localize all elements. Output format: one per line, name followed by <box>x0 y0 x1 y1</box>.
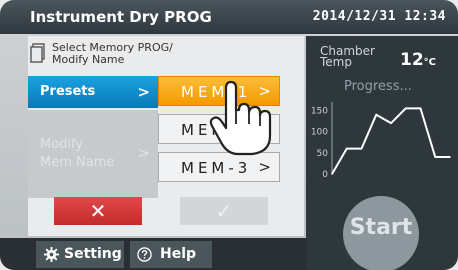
progress-chart: 150 100 50 0 <box>311 102 451 180</box>
progress-point <box>434 156 437 158</box>
y-tick-label: 150 <box>311 106 328 116</box>
memory-card-icon <box>30 43 45 63</box>
progress-point <box>404 107 407 110</box>
start-button[interactable]: Start <box>343 196 419 270</box>
setting-button[interactable]: Setting <box>36 241 124 268</box>
chevron-right-icon: > <box>137 83 150 101</box>
tab-modify-label: Modify Mem Name <box>40 137 115 170</box>
help-label: Help <box>160 246 197 262</box>
chevron-right-icon: > <box>137 144 150 162</box>
instruction: Select Memory PROG/ Modify Name <box>30 40 280 70</box>
progress-point <box>375 113 378 116</box>
cancel-button[interactable]: ✕ <box>54 197 142 225</box>
progress-point <box>331 173 333 175</box>
check-icon: ✓ <box>215 199 233 223</box>
gear-icon <box>44 247 59 262</box>
progress-point <box>390 122 392 124</box>
progress-point <box>419 107 422 110</box>
memory-button-3[interactable]: MEM-3 > <box>158 152 280 182</box>
tab-presets-label: Presets <box>40 84 96 99</box>
progress-series-line <box>331 107 450 175</box>
progress-point <box>345 147 348 150</box>
chamber-temp-value: 12°C <box>400 50 436 70</box>
setting-label: Setting <box>64 246 122 262</box>
chamber-temp-label: Chamber Temp <box>320 44 375 69</box>
datetime: 2014/12/31 12:34 <box>312 9 446 24</box>
chamber-temp-unit: °C <box>423 57 437 68</box>
question-circle-icon <box>137 247 152 262</box>
confirm-button[interactable]: ✓ <box>180 197 268 225</box>
help-button[interactable]: Help <box>130 241 212 268</box>
chevron-right-icon: > <box>258 158 271 176</box>
y-tick-label: 50 <box>317 149 329 159</box>
tab-modify-mem-name[interactable]: Modify Mem Name > <box>28 110 158 198</box>
touch-screen: Instrument Dry PROG 2014/12/31 12:34 Sel… <box>0 0 458 270</box>
chamber-temp-number: 12 <box>400 50 424 70</box>
tab-presets[interactable]: Presets > <box>28 76 158 108</box>
memory-label: MEM-3 <box>181 159 252 177</box>
progress-point <box>449 156 451 158</box>
close-icon: ✕ <box>89 199 107 223</box>
y-tick-label: 100 <box>311 128 328 138</box>
instruction-text: Select Memory PROG/ Modify Name <box>52 41 173 66</box>
title-bar: Instrument Dry PROG 2014/12/31 12:34 <box>0 0 458 34</box>
y-tick-label: 0 <box>322 170 328 180</box>
page-title: Instrument Dry PROG <box>30 8 212 26</box>
progress-point <box>360 147 363 150</box>
pointer-hand-icon <box>209 80 272 156</box>
